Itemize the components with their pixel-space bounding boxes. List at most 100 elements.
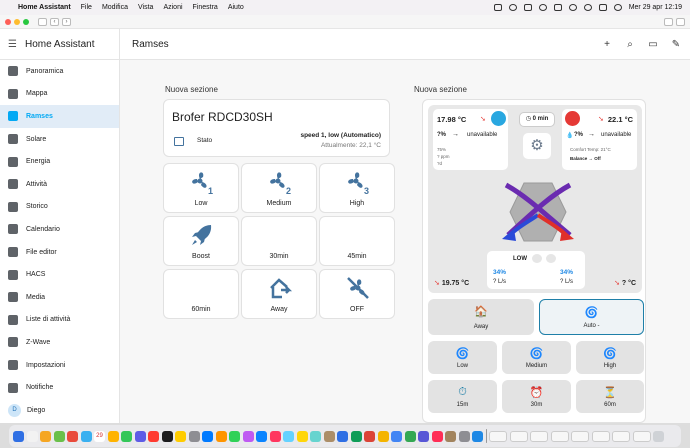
timer-display[interactable]: ◷ 0 min <box>519 112 555 127</box>
back-arrow-icon[interactable]: ‹ <box>50 17 59 26</box>
plus-icon[interactable]: + <box>601 39 613 50</box>
dock-window-thumbnail[interactable] <box>591 430 610 442</box>
sidebar-item-solare[interactable]: Solare <box>0 128 119 151</box>
clock-icon[interactable] <box>538 4 547 11</box>
dock-app-icon[interactable] <box>296 430 308 442</box>
fan-button-medium[interactable]: 2 Medium <box>241 163 317 213</box>
entity-card[interactable]: Brofer RDCD30SH Stato speed 1, low (Auto… <box>163 99 390 157</box>
sidebar-item-impostazioni[interactable]: Impostazioni <box>0 354 119 377</box>
settings-gear-icon[interactable]: ⚙ <box>523 133 551 159</box>
tabs-icon[interactable] <box>676 17 685 26</box>
trash-icon[interactable] <box>653 430 664 442</box>
hrv-button-high[interactable]: 🌀 High <box>576 341 644 374</box>
dock-app-icon[interactable] <box>364 430 375 442</box>
hrv-button-30m[interactable]: ⏰ 30m <box>502 380 571 413</box>
dock-app-icon[interactable] <box>431 430 443 442</box>
dock-app-icon[interactable] <box>472 430 483 442</box>
forward-arrow-icon[interactable]: › <box>62 17 71 26</box>
battery-icon[interactable] <box>553 4 562 11</box>
hrv-button-auto[interactable]: 🌀 Auto - <box>539 299 644 335</box>
dock-app-icon[interactable] <box>418 430 429 442</box>
dock-window-thumbnail[interactable] <box>550 430 569 442</box>
close-window-button[interactable] <box>5 18 11 25</box>
sidebar-item-ramses[interactable]: Ramses <box>0 105 119 128</box>
dock-app-icon[interactable] <box>202 430 213 442</box>
menu-azioni[interactable]: Azioni <box>163 4 182 11</box>
menu-finestra[interactable]: Finestra <box>193 4 218 11</box>
dock-window-thumbnail[interactable] <box>632 430 651 442</box>
dock-app-icon[interactable] <box>242 430 254 442</box>
siri-icon[interactable] <box>613 4 622 11</box>
fan-button-boost[interactable]: Boost <box>163 216 239 266</box>
dock-app-icon[interactable] <box>148 430 159 442</box>
wifi-icon[interactable] <box>568 4 577 11</box>
dock-app-icon[interactable] <box>445 430 456 442</box>
dock-app-icon[interactable] <box>188 430 200 442</box>
dock-app-icon[interactable] <box>161 430 173 442</box>
dock-window-thumbnail[interactable] <box>509 430 528 442</box>
dock-app-icon[interactable] <box>121 430 132 442</box>
dock-app-icon[interactable] <box>458 430 470 442</box>
fan-button-45min[interactable]: 45min <box>319 216 395 266</box>
dock-app-icon[interactable] <box>310 430 321 442</box>
dock-window-thumbnail[interactable] <box>571 430 589 442</box>
pencil-icon[interactable]: ✎ <box>670 39 682 50</box>
assist-icon[interactable]: ▭ <box>647 39 659 50</box>
dock-app-icon[interactable] <box>229 430 240 442</box>
dock-app-icon[interactable] <box>391 430 402 442</box>
search-icon[interactable]: ⌕ <box>624 39 636 50</box>
dock-app-icon[interactable] <box>134 430 146 442</box>
menu-icon[interactable]: ☰ <box>8 39 17 50</box>
minimize-window-button[interactable] <box>14 18 20 25</box>
sidebar-item-notifiche[interactable]: Notifiche <box>0 376 119 399</box>
dock-app-icon[interactable] <box>404 430 416 442</box>
dock-app-icon[interactable] <box>40 430 51 442</box>
sidebar-toggle-icon[interactable] <box>38 17 47 26</box>
sidebar-item-mappa[interactable]: Mappa <box>0 83 119 106</box>
search-icon[interactable] <box>583 4 592 11</box>
calendar-app-icon[interactable]: 29 <box>94 430 105 442</box>
fan-button-low[interactable]: 1 Low <box>163 163 239 213</box>
sidebar-item-panoramica[interactable]: Panoramica <box>0 60 119 83</box>
menu-app-name[interactable]: Home Assistant <box>18 4 71 11</box>
sidebar-item-storico[interactable]: Storico <box>0 196 119 219</box>
menu-modifica[interactable]: Modifica <box>102 4 128 11</box>
dock-app-icon[interactable] <box>350 430 362 442</box>
sidebar-item-z-wave[interactable]: Z-Wave <box>0 331 119 354</box>
dock-window-thumbnail[interactable] <box>489 430 507 442</box>
sidebar-item-calendario[interactable]: Calendario <box>0 218 119 241</box>
dock-app-icon[interactable] <box>67 430 78 442</box>
dock-app-icon[interactable] <box>215 430 227 442</box>
control-center-icon[interactable] <box>598 4 607 11</box>
dock-app-icon[interactable] <box>107 430 119 442</box>
dock-app-icon[interactable] <box>53 430 65 442</box>
menubar-clock[interactable]: Mer 29 apr 12:19 <box>629 4 682 11</box>
fan-button-high[interactable]: 3 High <box>319 163 395 213</box>
sync-icon[interactable] <box>508 4 517 11</box>
sidebar-item-liste-di-attivit-[interactable]: Liste di attività <box>0 309 119 332</box>
fan-button-60min[interactable]: 60min <box>163 269 239 319</box>
folder-icon[interactable] <box>523 4 532 11</box>
hrv-button-away[interactable]: 🏠 Away <box>428 299 534 335</box>
sidebar-item-hacs[interactable]: HACS <box>0 263 119 286</box>
dock-app-icon[interactable] <box>175 430 186 442</box>
dock-app-icon[interactable] <box>256 430 267 442</box>
sidebar-user[interactable]: D Diego <box>0 399 119 422</box>
menu-vista[interactable]: Vista <box>138 4 153 11</box>
dock-window-thumbnail[interactable] <box>612 430 630 442</box>
hrv-button-15m[interactable]: ⏱ 15m <box>428 380 497 413</box>
zoom-window-button[interactable] <box>23 18 29 25</box>
dock-app-icon[interactable] <box>323 430 335 442</box>
sidebar-item-energia[interactable]: Energia <box>0 150 119 173</box>
dock-app-icon[interactable] <box>337 430 348 442</box>
dock-app-icon[interactable] <box>13 430 24 442</box>
camera-icon[interactable] <box>493 4 502 11</box>
dock-app-icon[interactable] <box>377 430 389 442</box>
fan-button-away[interactable]: Away <box>241 269 317 319</box>
share-icon[interactable] <box>664 17 673 26</box>
sidebar-item-attivit-[interactable]: Attività <box>0 173 119 196</box>
hrv-button-medium[interactable]: 🌀 Medium <box>502 341 571 374</box>
dock-window-thumbnail[interactable] <box>530 430 548 442</box>
fan-button-30min[interactable]: 30min <box>241 216 317 266</box>
dock-app-icon[interactable] <box>283 430 294 442</box>
